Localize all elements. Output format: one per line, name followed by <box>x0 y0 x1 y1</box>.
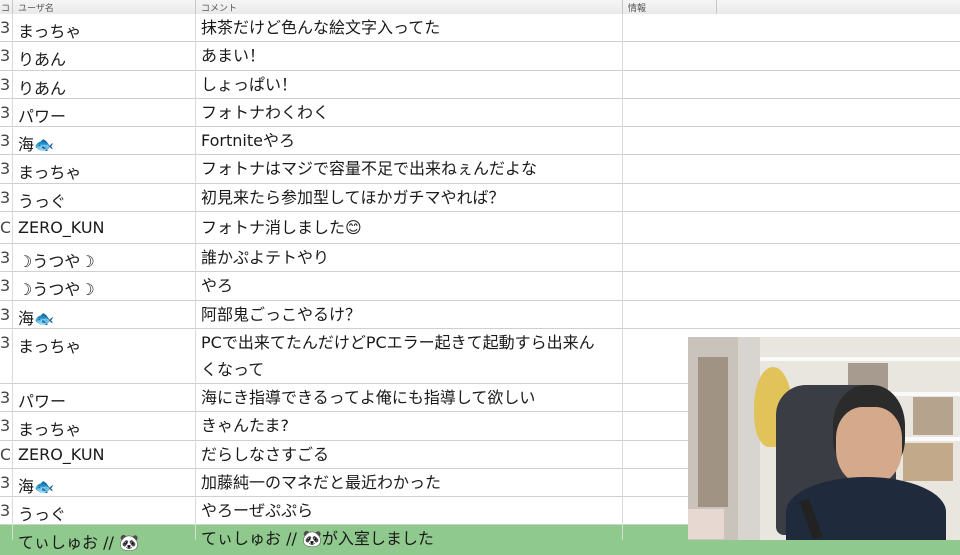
row-number: 3 <box>0 332 10 352</box>
row-comment: フォトナはマジで容量不足で出来ねぇんだよな <box>201 159 538 179</box>
row-number: 3 <box>0 416 10 436</box>
comment-row[interactable]: C ZERO_KUN フォトナ消しました😊 <box>0 212 960 245</box>
row-comment: あまい！ <box>201 46 266 66</box>
row-comment: 加藤純一のマネだと最近わかった <box>201 472 442 492</box>
row-number: 3 <box>0 472 10 492</box>
row-number: 3 <box>0 276 10 296</box>
comment-row[interactable]: 3 パワー フォトナわくわく <box>0 98 960 128</box>
comment-row[interactable]: 3 海🐟 阿部鬼ごっこやるけ？ <box>0 300 960 329</box>
comment-row[interactable]: 3 うっぐ 初見来たら参加型してほかガチマやれば？ <box>0 183 960 213</box>
comment-row[interactable]: 3 海🐟 Fortniteやろ <box>0 127 960 156</box>
row-username: まっちゃ <box>18 420 82 440</box>
row-comment: 阿部鬼ごっこやるけ？ <box>201 304 362 324</box>
row-number: C <box>0 218 10 238</box>
row-username: てぃしゅお // 🐼 <box>18 533 139 553</box>
header-separator[interactable] <box>716 0 717 14</box>
header-separator[interactable] <box>622 0 623 14</box>
row-number: 3 <box>0 501 10 521</box>
row-number: 3 <box>0 18 10 37</box>
comment-row[interactable]: 3 りあん あまい！ <box>0 42 960 71</box>
row-number: 3 <box>0 248 10 268</box>
row-username: まっちゃ <box>18 336 82 356</box>
row-username: りあん <box>18 50 67 70</box>
header-user[interactable]: ユーザ名 <box>18 1 54 14</box>
column-divider <box>622 14 623 540</box>
header-info[interactable]: 情報 <box>628 1 646 14</box>
header-num[interactable]: コ <box>1 1 10 14</box>
row-username: まっちゃ <box>18 22 82 41</box>
column-divider <box>12 14 13 540</box>
row-number: 3 <box>0 304 10 324</box>
row-number: 3 <box>0 46 10 66</box>
row-number: 3 <box>0 187 10 207</box>
books <box>913 397 953 435</box>
row-username: 海🐟 <box>18 476 54 496</box>
row-comment: 初見来たら参加型してほかガチマやれば？ <box>201 187 505 207</box>
row-comment: てぃしゅお // 🐼が入室しました <box>201 529 434 549</box>
comment-row[interactable]: 3 りあん しょっぱい！ <box>0 70 960 99</box>
row-comment: きゃんたま? <box>201 416 290 436</box>
row-comment: フォトナ消しました😊 <box>201 218 362 238</box>
row-number: 3 <box>0 387 10 407</box>
row-username: 海🐟 <box>18 135 54 155</box>
row-comment: 抹茶だけど色んな絵文字入ってた <box>201 18 441 37</box>
row-username: ☽うつや☽ <box>18 252 95 272</box>
shelf-board <box>760 357 960 361</box>
row-number: 3 <box>0 74 10 94</box>
row-number: 3 <box>0 131 10 151</box>
comment-row[interactable]: 3 ☽うつや☽ やろ <box>0 272 960 301</box>
comment-row[interactable]: 3 ☽うつや☽ 誰かぷよテトやり <box>0 244 960 273</box>
row-username: 海🐟 <box>18 308 54 328</box>
row-comment: フォトナわくわく <box>201 102 330 122</box>
row-username: りあん <box>18 78 67 98</box>
row-username: うっぐ <box>18 191 67 211</box>
row-username: ☽うつや☽ <box>18 280 95 300</box>
tissue-box <box>688 509 724 539</box>
row-username: パワー <box>18 106 67 126</box>
row-number: 3 <box>0 159 10 179</box>
column-header: コ ユーザ名 コメント 情報 <box>0 0 960 15</box>
comment-row[interactable]: 3 まっちゃ フォトナはマジで容量不足で出来ねぇんだよな <box>0 155 960 184</box>
person-face <box>836 407 902 485</box>
row-number: 3 <box>0 102 10 122</box>
header-comment[interactable]: コメント <box>201 1 237 14</box>
row-comment: PCで出来てたんだけどPCエラー起きて起動すら出来んくなって <box>201 332 595 379</box>
row-comment: やろ <box>201 276 234 296</box>
row-comment: 海にき指導できるってよ俺にも指導して欲しい <box>201 387 536 407</box>
row-number: C <box>0 444 10 464</box>
header-separator[interactable] <box>195 0 196 14</box>
comment-row[interactable]: 3 まっちゃ 抹茶だけど色んな絵文字入ってた <box>0 14 960 43</box>
header-separator[interactable] <box>12 0 13 14</box>
row-comment: だらしなさすごる <box>201 444 330 464</box>
column-divider <box>195 14 196 540</box>
row-username: ZERO_KUN <box>18 444 105 464</box>
row-comment: しょっぱい！ <box>201 74 298 94</box>
books <box>903 443 953 481</box>
row-username: うっぐ <box>18 505 67 525</box>
shelf-left <box>698 357 728 507</box>
row-comment: 誰かぷよテトやり <box>201 248 330 268</box>
webcam-overlay <box>688 337 960 540</box>
row-username: まっちゃ <box>18 163 82 183</box>
row-username: パワー <box>18 391 67 411</box>
row-comment: やろーぜぷぷら <box>201 501 314 521</box>
row-comment: Fortniteやろ <box>201 131 295 151</box>
row-username: ZERO_KUN <box>18 218 105 238</box>
